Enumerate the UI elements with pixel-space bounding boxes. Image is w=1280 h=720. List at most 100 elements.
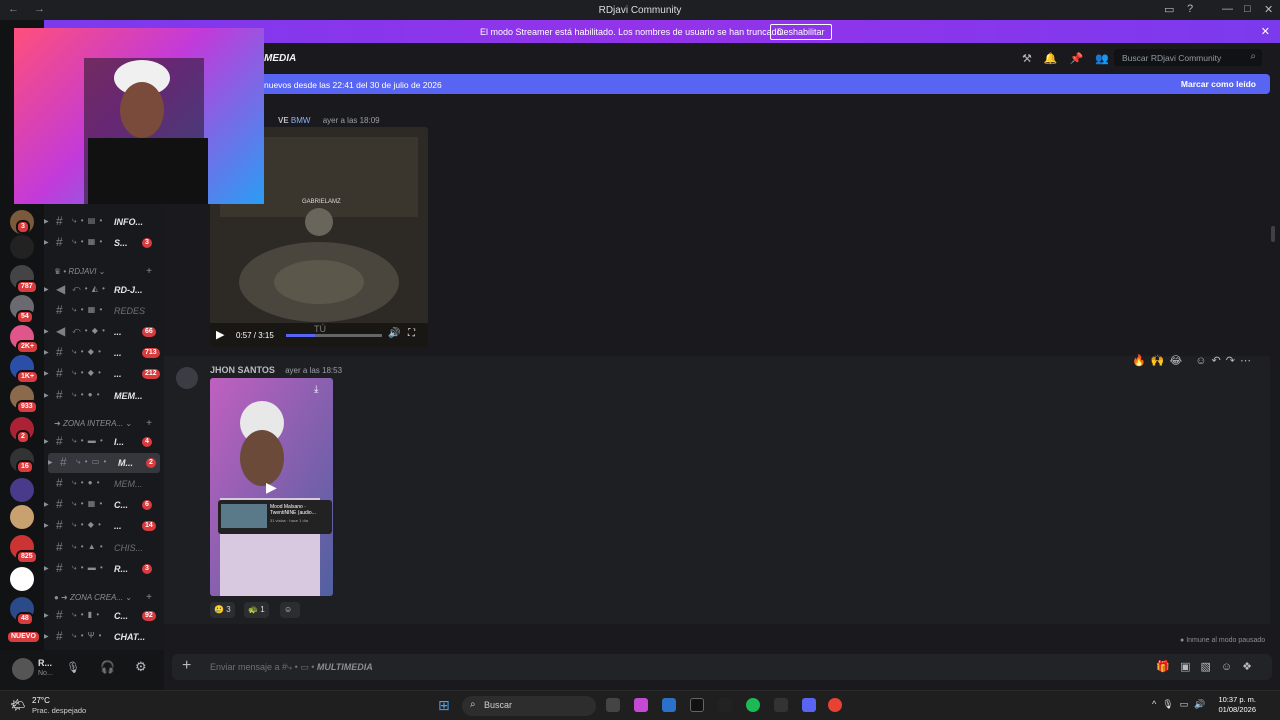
channel-header: MEDIA ⚒🔔📌👥 Buscar RDjavi Community ⌕: [164, 43, 1280, 73]
new-messages-label: nuevos desde las 22:41 del 30 de julio d…: [264, 80, 442, 90]
username: R...: [38, 658, 53, 668]
message-toolbar[interactable]: 🔥🙌😂 ☺↶↷⋯: [1132, 354, 1256, 367]
banner-message: El modo Streamer está habilitado. Los no…: [480, 27, 785, 37]
microphone-icon[interactable]: 🎙: [66, 661, 80, 674]
taskview-icon[interactable]: [606, 698, 620, 712]
minimize-button[interactable]: —: [1222, 3, 1233, 15]
mark-read-button[interactable]: Marcar como leído: [1181, 79, 1256, 89]
server-badge: 825: [16, 550, 38, 564]
channel-item[interactable]: # ⤷ • ▲ • CHIS...: [44, 538, 164, 558]
video-timestamp: 0:57 / 3:15: [236, 331, 274, 340]
channel-item[interactable]: ▶ # ⤷ • Ψ • CHAT...: [44, 627, 164, 647]
weather-icon: 🌤: [10, 698, 26, 712]
server-badge: 3: [16, 220, 30, 234]
settings-gear-icon[interactable]: ⚙: [135, 659, 147, 675]
close-button[interactable]: ✕: [1264, 3, 1273, 16]
message-time: ayer a las 18:53: [285, 366, 343, 375]
channel-item[interactable]: ▶ # ⤷ • ▮ • C... 92: [44, 606, 164, 626]
immune-label: ● Inmune al modo pausado: [1180, 637, 1266, 644]
store-icon[interactable]: [662, 698, 676, 712]
channel-item[interactable]: ▶ ◀ ⤺ • ◆ •... 66: [44, 322, 164, 342]
channel-item[interactable]: ▶ # ⤷ • ▦ • S... 3: [44, 233, 164, 253]
channel-item[interactable]: ▶ # ⤷ • ● • MEM...: [44, 386, 164, 406]
reaction-chip[interactable]: 🥲 3: [210, 602, 235, 618]
channel-title: MEDIA: [264, 53, 297, 64]
channel-item[interactable]: # ⤷ • ▦ • REDES: [44, 301, 164, 321]
channel-item[interactable]: ▶ # ⤷ • ▦ • C... 6: [44, 495, 164, 515]
message-placeholder: Enviar mensaje a #⤷ • ▭ • MULTIMEDIA: [210, 662, 373, 672]
play-icon[interactable]: ▶: [216, 328, 224, 341]
server-badge: 54: [16, 310, 34, 324]
tiktok-icon[interactable]: [774, 698, 788, 712]
message-meta: VE BMW ayer a las 18:09: [278, 116, 380, 125]
video-progress-bar[interactable]: [286, 334, 382, 337]
avatar[interactable]: [176, 367, 198, 389]
search-input[interactable]: Buscar RDjavi Community ⌕: [1114, 49, 1262, 66]
reaction-chip[interactable]: 🐢 1: [244, 602, 269, 618]
obs-icon[interactable]: [718, 698, 732, 712]
chat-scrollbar[interactable]: [1270, 100, 1276, 640]
channel-item[interactable]: ▶ # ⤷ • ◆ •... 713: [44, 343, 164, 363]
add-reaction-icon[interactable]: ☺: [280, 602, 300, 618]
copilot-icon[interactable]: [634, 698, 648, 712]
disable-streamer-button[interactable]: Deshabilitar: [770, 24, 832, 40]
author-tag: BMW: [290, 116, 311, 125]
user-status: No...: [38, 670, 53, 677]
channel-item[interactable]: ▶ ◀ ⤺ • ◭ • RD-J...: [44, 280, 164, 300]
category-zona-creadores[interactable]: ● ➜ ZONA CREA... ⌄ +: [54, 592, 152, 603]
card-subtitle: 31 vistas · hace 1 día: [270, 518, 309, 523]
header-icons[interactable]: ⚒🔔📌👥: [1022, 52, 1121, 65]
video-overlay-label: GABRIELAMZ: [302, 199, 341, 205]
fullscreen-icon[interactable]: ⛶: [408, 328, 415, 339]
channel-item-active[interactable]: ▶ # ⤷ • ▭ • M... 2: [48, 453, 160, 473]
channel-item[interactable]: ▶ # ⤷ • ▤ • INFO...: [44, 212, 164, 232]
video-attachment[interactable]: ⤓ ▶ Mood Malsano · TwentiNINE (audio... …: [210, 378, 333, 596]
server-icon[interactable]: [10, 505, 34, 529]
play-icon[interactable]: ▶: [266, 479, 277, 496]
avatar[interactable]: [12, 658, 34, 680]
maximize-button[interactable]: □: [1244, 3, 1251, 15]
video-controls: ▶ 0:57 / 3:15 🔊 ⛶: [210, 323, 428, 347]
message-input[interactable]: + Enviar mensaje a #⤷ • ▭ • MULTIMEDIA 🎁…: [172, 654, 1272, 680]
webcam-overlay: [14, 28, 264, 204]
server-icon[interactable]: [10, 567, 34, 591]
taskbar-search[interactable]: ⌕ Buscar: [462, 696, 596, 716]
channel-item[interactable]: ▶ # ⤷ • ▬ • R... 3: [44, 559, 164, 579]
embedded-card: Mood Malsano · TwentiNINE (audio... 31 v…: [218, 500, 332, 534]
windows-start-icon[interactable]: ⊞: [438, 697, 450, 714]
composer-icons[interactable]: 🎁▣▧☺❖: [1156, 660, 1262, 673]
channel-item[interactable]: ▶ # ⤷ • ◆ •... 14: [44, 516, 164, 536]
server-badge: 2K+: [16, 340, 40, 354]
new-badge: NUEVO: [6, 630, 41, 644]
capcut-icon[interactable]: [690, 698, 704, 712]
banner-close-icon[interactable]: ✕: [1261, 25, 1270, 38]
help-icon[interactable]: ?: [1187, 3, 1193, 15]
category-rdjavi[interactable]: ♛ • RDJAVI ⌄ +: [54, 266, 152, 277]
category-zona-interactiva[interactable]: ➜ ZONA INTERA... ⌄ +: [54, 418, 152, 429]
server-badge: 933: [16, 400, 38, 414]
add-attachment-icon[interactable]: +: [182, 657, 191, 675]
server-badge: 48: [16, 612, 34, 626]
message-meta: JHON SANTOS ayer a las 18:53: [210, 365, 342, 375]
message-author[interactable]: VE: [278, 116, 289, 125]
card-title: Mood Malsano · TwentiNINE (audio...: [270, 504, 316, 516]
channel-item[interactable]: # ⤷ • ● • MEM...: [44, 474, 164, 494]
system-tray[interactable]: ^🎙▭🔊: [1152, 699, 1211, 710]
volume-icon[interactable]: 🔊: [388, 328, 400, 339]
new-messages-bar[interactable]: nuevos desde las 22:41 del 30 de julio d…: [258, 74, 1270, 94]
server-icon[interactable]: [10, 235, 34, 259]
headphones-icon[interactable]: 🎧: [100, 660, 115, 674]
discord-icon[interactable]: [802, 698, 816, 712]
taskbar-clock[interactable]: 10:37 p. m. 01/08/2026: [1218, 695, 1256, 715]
chrome-icon[interactable]: [828, 698, 842, 712]
message-composer: + Enviar mensaje a #⤷ • ▭ • MULTIMEDIA 🎁…: [164, 648, 1280, 690]
user-panel: R... No... 🎙 🎧 ⚙: [0, 650, 164, 690]
download-icon[interactable]: ⤓: [314, 384, 318, 395]
server-icon[interactable]: [10, 478, 34, 502]
channel-item[interactable]: ▶ # ⤷ • ◆ •... 212: [44, 364, 164, 384]
channel-item[interactable]: ▶ # ⤷ • ▬ • I... 4: [44, 432, 164, 452]
message-author[interactable]: JHON SANTOS: [210, 365, 275, 375]
inbox-icon[interactable]: ▭: [1164, 3, 1174, 16]
spotify-icon[interactable]: [746, 698, 760, 712]
server-badge: 16: [16, 460, 34, 474]
